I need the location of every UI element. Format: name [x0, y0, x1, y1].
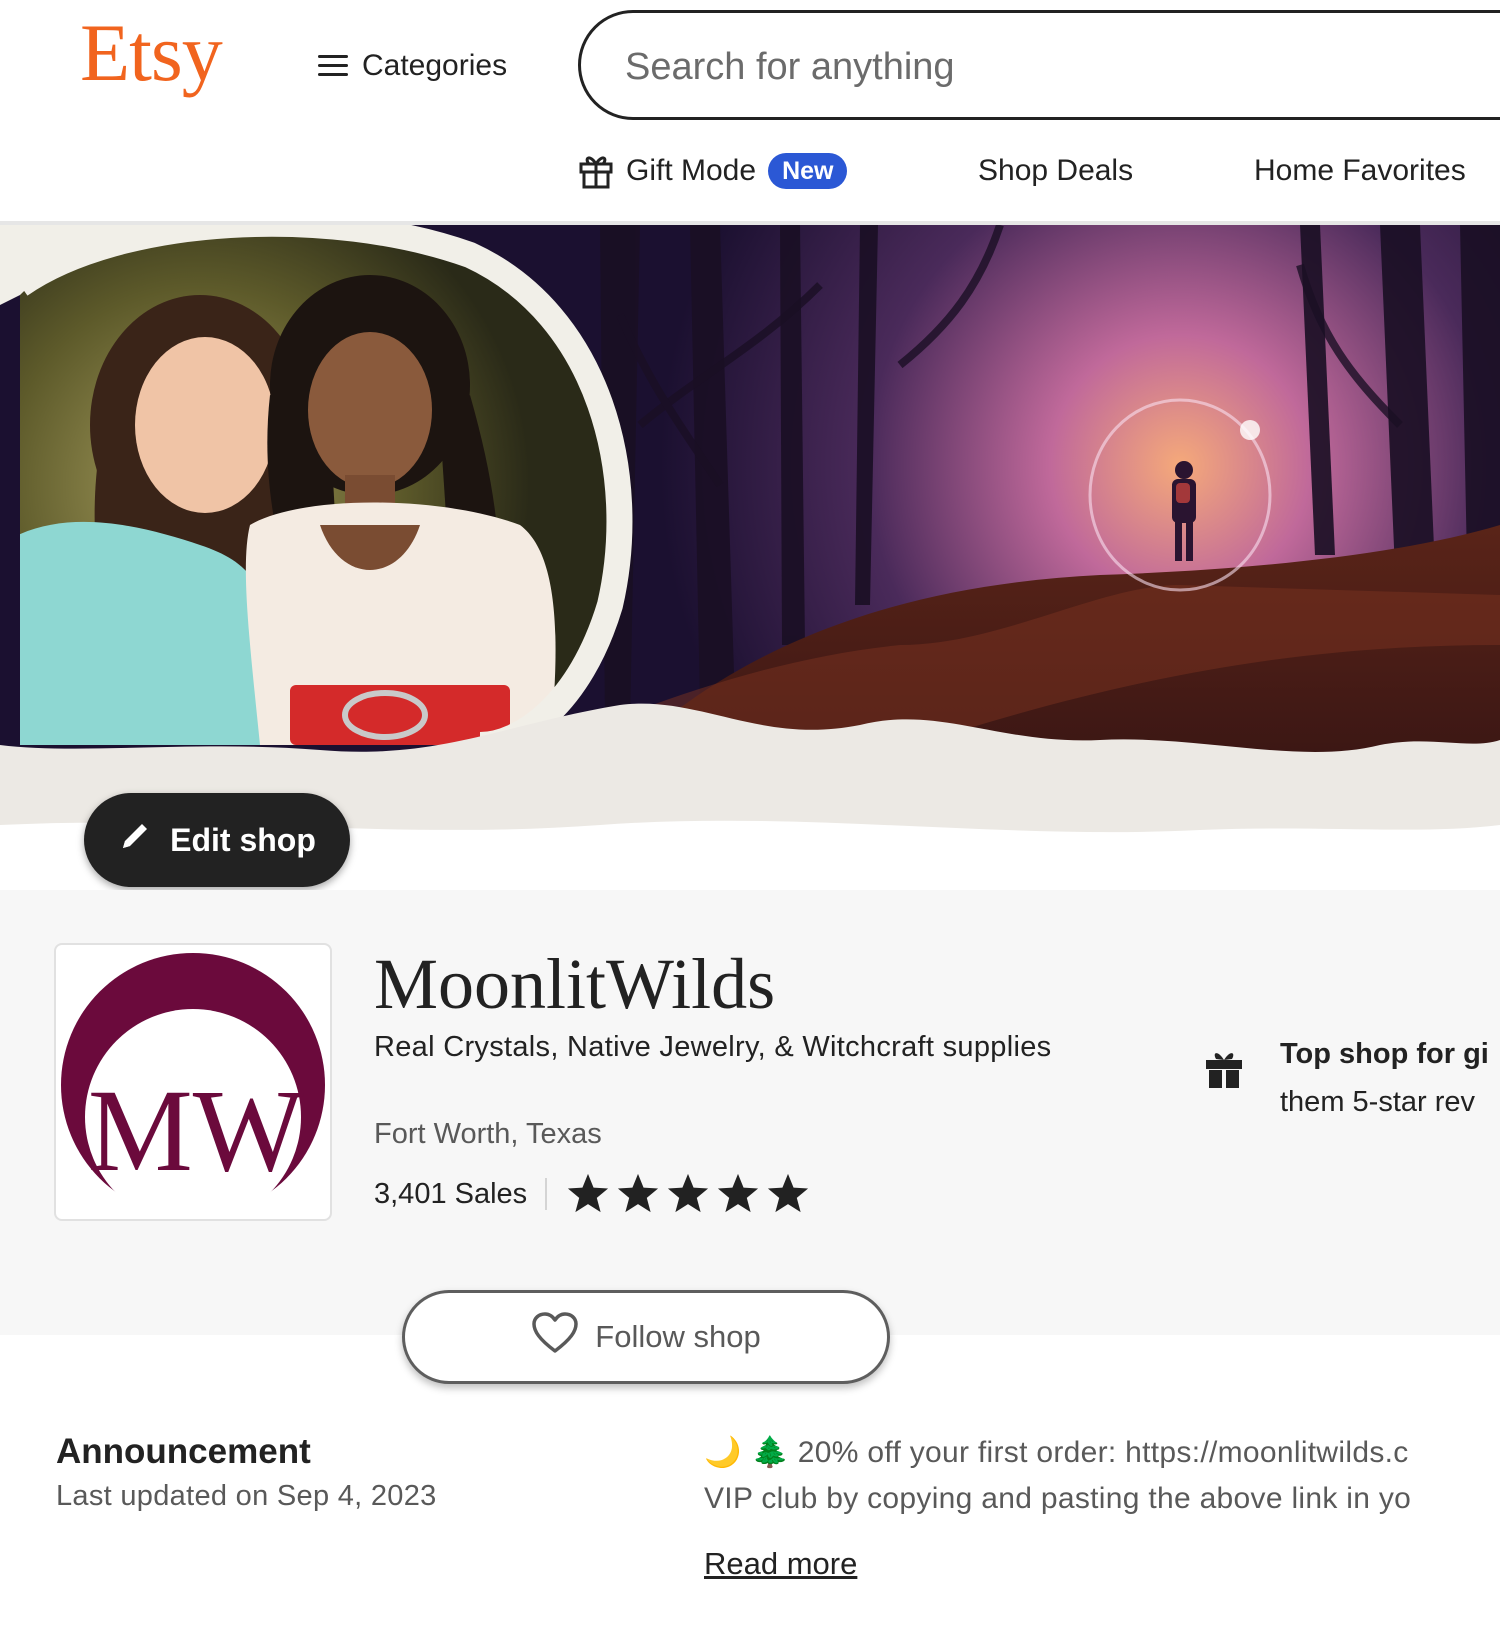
divider	[545, 1178, 548, 1210]
shop-banner: Edit shop	[0, 225, 1500, 890]
search-input[interactable]	[625, 39, 1425, 95]
announcement-text: 🌙 🌲 20% off your first order: https://mo…	[704, 1430, 1500, 1522]
top-shop-title: Top shop for gi	[1280, 1038, 1489, 1070]
read-more-link[interactable]: Read more	[704, 1546, 857, 1582]
star-icon	[668, 1173, 709, 1213]
shop-location: Fort Worth, Texas	[374, 1118, 602, 1150]
sales-count: 3,401 Sales	[374, 1177, 528, 1210]
star-icon	[618, 1173, 659, 1213]
moon-tree-emoji: 🌙 🌲	[704, 1435, 790, 1470]
shop-tagline: Real Crystals, Native Jewelry, & Witchcr…	[374, 1031, 1052, 1063]
gift-icon	[578, 152, 614, 190]
moon-monogram-logo: MW	[61, 953, 325, 1219]
banner-image	[0, 225, 1500, 890]
sub-navigation: Gift Mode New Shop Deals Home Favorites	[0, 148, 1500, 194]
announcement-updated: Last updated on Sep 4, 2023	[56, 1480, 437, 1512]
etsy-logo[interactable]: Etsy	[80, 12, 223, 94]
shop-logo[interactable]: MW	[54, 943, 332, 1221]
shop-info-section: MW MoonlitWilds Real Crystals, Native Je…	[0, 890, 1500, 1335]
gift-mode-link[interactable]: Gift Mode New	[578, 148, 848, 194]
hamburger-icon	[318, 53, 348, 79]
logo-monogram: MW	[88, 1065, 305, 1196]
announcement-title: Announcement	[56, 1432, 311, 1471]
star-icon	[568, 1173, 609, 1213]
star-icon	[768, 1173, 809, 1213]
categories-label: Categories	[362, 49, 508, 82]
shop-deals-label: Shop Deals	[978, 154, 1134, 187]
shop-name: MoonlitWilds	[374, 944, 776, 1024]
gift-box-icon	[1204, 1048, 1244, 1095]
announcement-line-1: 🌙 🌲 20% off your first order: https://mo…	[704, 1430, 1500, 1476]
follow-shop-label: Follow shop	[595, 1319, 761, 1354]
shop-sales-rating: 3,401 Sales	[374, 1170, 811, 1218]
edit-shop-button[interactable]: Edit shop	[84, 793, 350, 887]
star-icon	[718, 1173, 759, 1213]
top-shop-subtitle: them 5-star rev	[1280, 1086, 1475, 1118]
pencil-icon	[118, 819, 152, 861]
gift-mode-label: Gift Mode	[626, 154, 757, 187]
announcement-line-1-text: 20% off your first order: https://moonli…	[797, 1436, 1409, 1469]
home-favorites-link[interactable]: Home Favorites	[1254, 148, 1466, 194]
announcement-line-2: VIP club by copying and pasting the abov…	[704, 1482, 1412, 1515]
search-bar[interactable]	[578, 10, 1500, 120]
new-badge: New	[768, 153, 848, 189]
shop-deals-link[interactable]: Shop Deals	[978, 148, 1133, 194]
home-favorites-label: Home Favorites	[1254, 154, 1466, 187]
categories-button[interactable]: Categories	[318, 46, 507, 86]
heart-icon	[531, 1311, 579, 1363]
follow-shop-button[interactable]: Follow shop	[402, 1290, 890, 1384]
star-rating[interactable]	[565, 1172, 811, 1216]
edit-shop-label: Edit shop	[170, 821, 316, 858]
